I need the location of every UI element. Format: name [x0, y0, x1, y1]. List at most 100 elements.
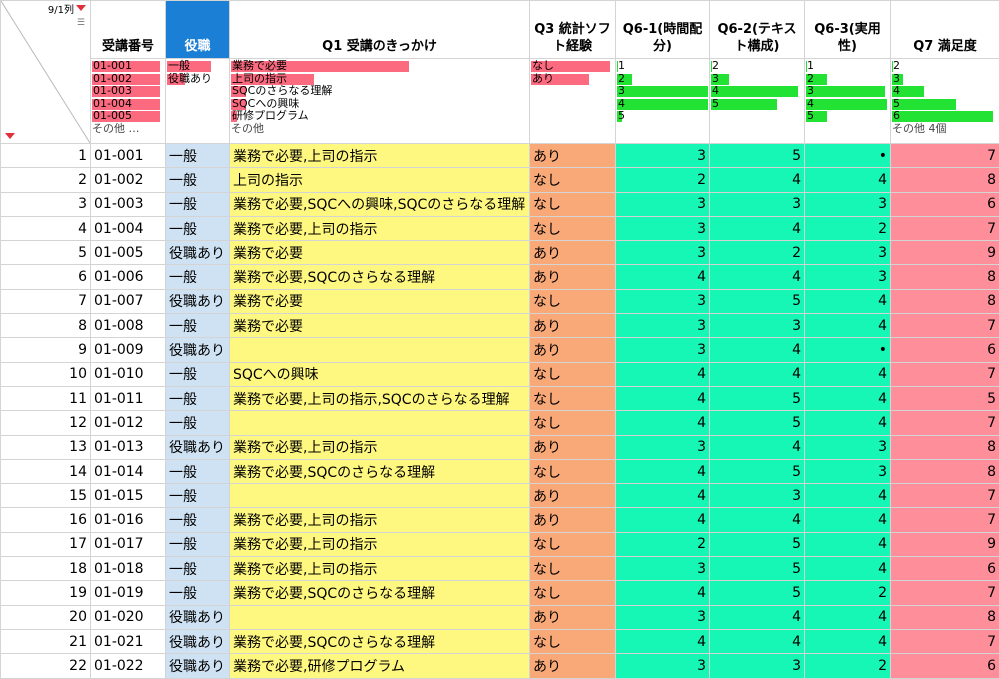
- cell-q61[interactable]: 3: [616, 435, 710, 459]
- cell-id[interactable]: 01-008: [91, 314, 166, 338]
- cell-q7[interactable]: 8: [891, 435, 999, 459]
- cell-q3[interactable]: なし: [530, 216, 616, 240]
- cell-q63[interactable]: 4: [805, 508, 891, 532]
- summary-q61[interactable]: 12345: [616, 59, 710, 144]
- cell-role[interactable]: 一般: [166, 532, 230, 556]
- cell-role[interactable]: 一般: [166, 484, 230, 508]
- cell-q1[interactable]: 業務で必要,上司の指示,SQCのさらなる理解: [230, 386, 530, 410]
- cell-q63[interactable]: 4: [805, 629, 891, 653]
- cell-q63[interactable]: 4: [805, 168, 891, 192]
- row-number[interactable]: 9: [1, 338, 91, 362]
- cell-q7[interactable]: 7: [891, 314, 999, 338]
- cell-q1[interactable]: 業務で必要,上司の指示: [230, 532, 530, 556]
- cell-role[interactable]: 一般: [166, 362, 230, 386]
- cell-q63[interactable]: 4: [805, 557, 891, 581]
- cell-q61[interactable]: 2: [616, 168, 710, 192]
- cell-q1[interactable]: 業務で必要,上司の指示: [230, 216, 530, 240]
- cell-q62[interactable]: 3: [710, 484, 805, 508]
- cell-q62[interactable]: 4: [710, 265, 805, 289]
- cell-q3[interactable]: なし: [530, 459, 616, 483]
- header-q62[interactable]: Q6-2(テキスト構成): [710, 1, 805, 59]
- cell-q3[interactable]: なし: [530, 289, 616, 313]
- cell-q63[interactable]: 3: [805, 435, 891, 459]
- cell-q1[interactable]: 業務で必要,SQCのさらなる理解: [230, 629, 530, 653]
- header-q1[interactable]: Q1 受講のきっかけ: [230, 1, 530, 59]
- row-number[interactable]: 19: [1, 581, 91, 605]
- cell-q61[interactable]: 3: [616, 605, 710, 629]
- table-row[interactable]: 1501-015一般あり4347: [1, 484, 999, 508]
- columns-menu-icon[interactable]: [76, 5, 86, 11]
- cell-q62[interactable]: 5: [710, 386, 805, 410]
- table-row[interactable]: 1001-010一般SQCへの興味なし4447: [1, 362, 999, 386]
- row-number[interactable]: 11: [1, 386, 91, 410]
- table-row[interactable]: 1201-012一般なし4547: [1, 411, 999, 435]
- row-number[interactable]: 2: [1, 168, 91, 192]
- cell-id[interactable]: 01-009: [91, 338, 166, 362]
- row-number[interactable]: 13: [1, 435, 91, 459]
- cell-q7[interactable]: 6: [891, 192, 999, 216]
- cell-id[interactable]: 01-007: [91, 289, 166, 313]
- cell-role[interactable]: 一般: [166, 411, 230, 435]
- summary-q7[interactable]: 23456その他 4個: [891, 59, 999, 144]
- cell-q3[interactable]: あり: [530, 314, 616, 338]
- cell-role[interactable]: 役職あり: [166, 654, 230, 678]
- cell-q61[interactable]: 3: [616, 144, 710, 168]
- cell-q1[interactable]: 業務で必要: [230, 289, 530, 313]
- table-row[interactable]: 801-008一般業務で必要あり3347: [1, 314, 999, 338]
- cell-q61[interactable]: 3: [616, 654, 710, 678]
- cell-q62[interactable]: 4: [710, 338, 805, 362]
- cell-q1[interactable]: [230, 605, 530, 629]
- cell-q3[interactable]: なし: [530, 411, 616, 435]
- summary-id[interactable]: 01-00101-00201-00301-00401-005その他 …: [91, 59, 166, 144]
- table-row[interactable]: 1101-011一般業務で必要,上司の指示,SQCのさらなる理解なし4545: [1, 386, 999, 410]
- cell-q62[interactable]: 4: [710, 605, 805, 629]
- table-row[interactable]: 1901-019一般業務で必要,SQCのさらなる理解なし4527: [1, 581, 999, 605]
- cell-id[interactable]: 01-015: [91, 484, 166, 508]
- summary-q63[interactable]: 12345: [805, 59, 891, 144]
- cell-id[interactable]: 01-006: [91, 265, 166, 289]
- cell-role[interactable]: 一般: [166, 144, 230, 168]
- cell-q61[interactable]: 4: [616, 629, 710, 653]
- cell-q3[interactable]: あり: [530, 435, 616, 459]
- row-number[interactable]: 6: [1, 265, 91, 289]
- cell-q7[interactable]: 8: [891, 289, 999, 313]
- header-q3[interactable]: Q3 統計ソフト経験: [530, 1, 616, 59]
- cell-q7[interactable]: 5: [891, 386, 999, 410]
- cell-q62[interactable]: 3: [710, 192, 805, 216]
- cell-id[interactable]: 01-018: [91, 557, 166, 581]
- cell-q61[interactable]: 3: [616, 314, 710, 338]
- table-row[interactable]: 1301-013役職あり業務で必要,上司の指示あり3438: [1, 435, 999, 459]
- row-number[interactable]: 5: [1, 241, 91, 265]
- cell-q7[interactable]: 8: [891, 605, 999, 629]
- row-number[interactable]: 18: [1, 557, 91, 581]
- cell-q62[interactable]: 4: [710, 216, 805, 240]
- cell-q62[interactable]: 5: [710, 557, 805, 581]
- cell-q3[interactable]: あり: [530, 265, 616, 289]
- table-row[interactable]: 901-009役職ありあり34•6: [1, 338, 999, 362]
- cell-q63[interactable]: 3: [805, 265, 891, 289]
- cell-q62[interactable]: 5: [710, 144, 805, 168]
- cell-q3[interactable]: あり: [530, 484, 616, 508]
- cell-q63[interactable]: 4: [805, 605, 891, 629]
- summary-q62[interactable]: 2345: [710, 59, 805, 144]
- cell-role[interactable]: 一般: [166, 508, 230, 532]
- cell-id[interactable]: 01-012: [91, 411, 166, 435]
- cell-q3[interactable]: あり: [530, 338, 616, 362]
- cell-q63[interactable]: 4: [805, 289, 891, 313]
- cell-q63[interactable]: 2: [805, 216, 891, 240]
- cell-q7[interactable]: 9: [891, 532, 999, 556]
- cell-role[interactable]: 役職あり: [166, 289, 230, 313]
- cell-role[interactable]: 役職あり: [166, 605, 230, 629]
- cell-q7[interactable]: 9: [891, 241, 999, 265]
- cell-q1[interactable]: 業務で必要,上司の指示: [230, 435, 530, 459]
- row-number[interactable]: 14: [1, 459, 91, 483]
- cell-id[interactable]: 01-010: [91, 362, 166, 386]
- cell-q3[interactable]: あり: [530, 508, 616, 532]
- cell-q62[interactable]: 4: [710, 362, 805, 386]
- cell-q7[interactable]: 7: [891, 411, 999, 435]
- cell-q1[interactable]: [230, 484, 530, 508]
- cell-q3[interactable]: なし: [530, 629, 616, 653]
- cell-q61[interactable]: 4: [616, 459, 710, 483]
- row-number[interactable]: 8: [1, 314, 91, 338]
- cell-q62[interactable]: 5: [710, 289, 805, 313]
